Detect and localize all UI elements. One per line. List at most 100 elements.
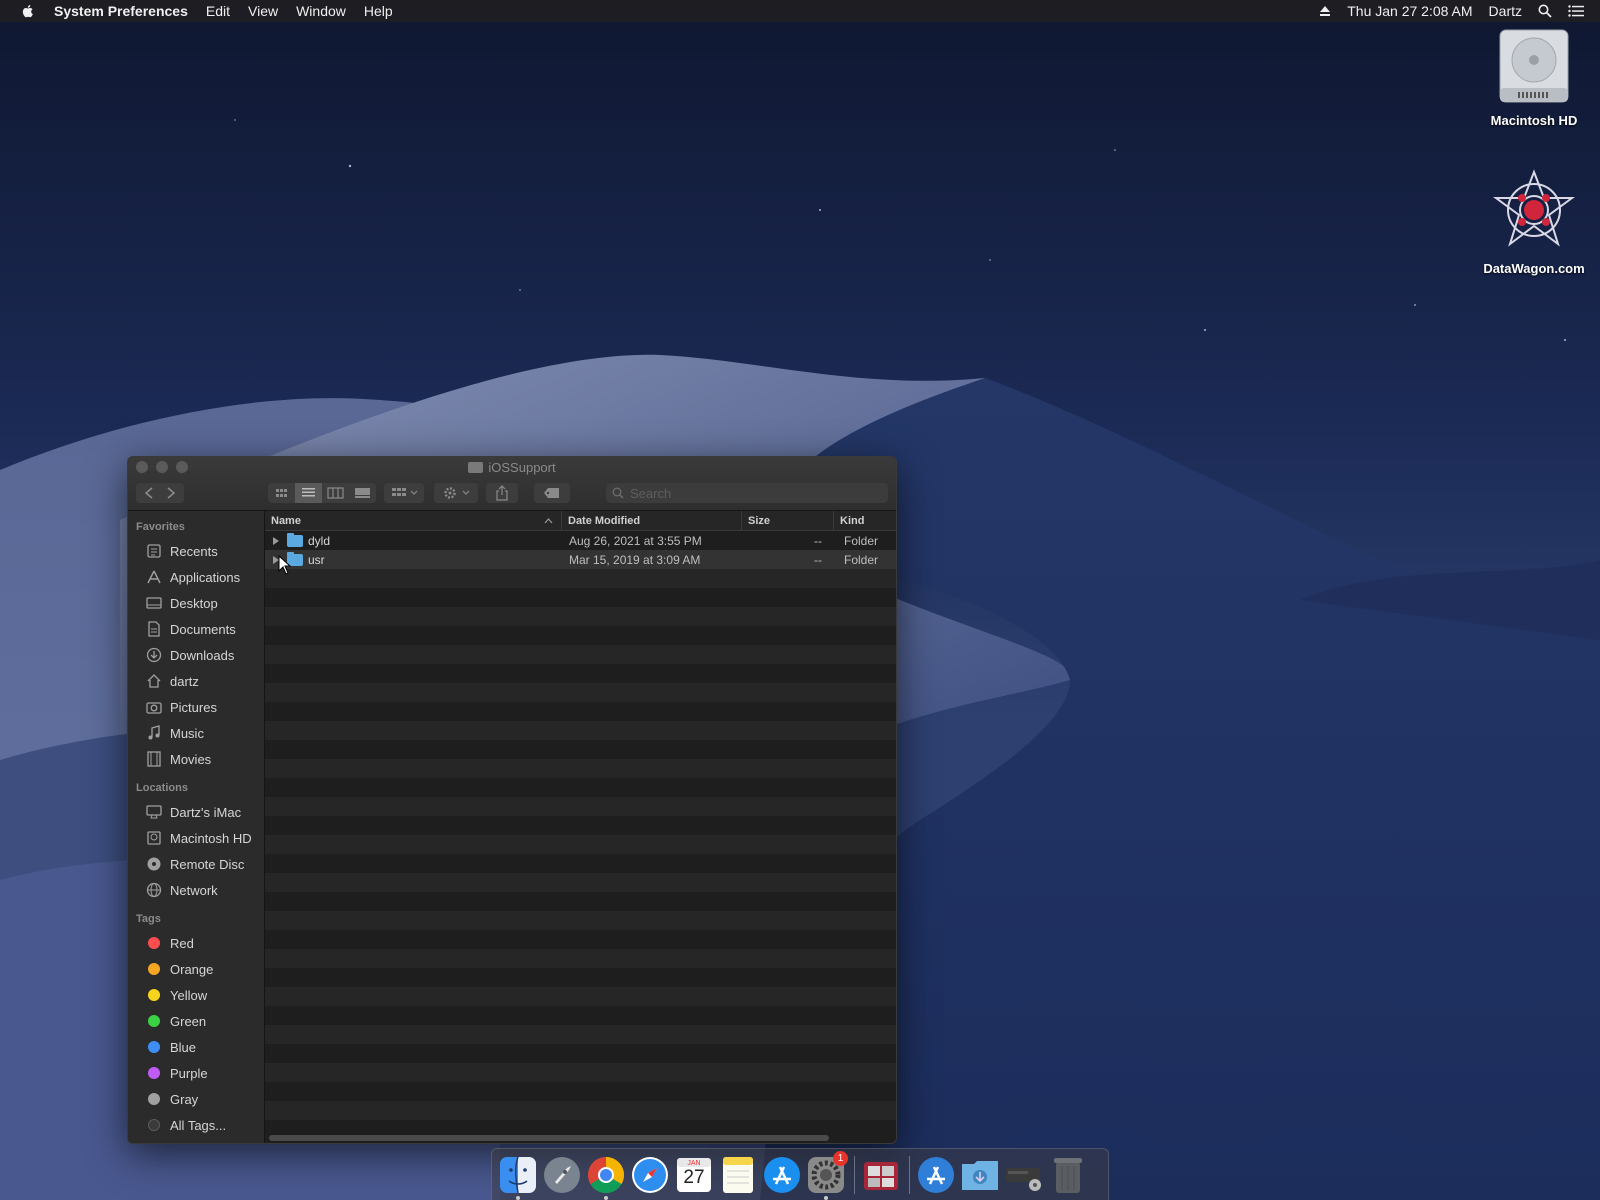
chrome-icon xyxy=(587,1156,625,1193)
sidebar-heading-favorites: Favorites xyxy=(136,521,185,533)
file-name: usr xyxy=(308,552,325,567)
empty-row xyxy=(265,778,896,797)
column-name[interactable]: Name xyxy=(265,511,562,530)
sidebar-item-pictures[interactable]: Pictures xyxy=(128,694,264,720)
group-by-button[interactable] xyxy=(384,483,424,503)
column-size[interactable]: Size xyxy=(742,511,834,530)
empty-row xyxy=(265,626,896,645)
empty-row xyxy=(265,1025,896,1044)
sidebar-tag-yellow[interactable]: Yellow xyxy=(128,982,264,1008)
sidebar-item-label: Remote Disc xyxy=(170,856,245,872)
menu-app-name[interactable]: System Preferences xyxy=(54,3,188,19)
table-row[interactable]: dyld Aug 26, 2021 at 3:55 PM -- Folder xyxy=(265,531,896,550)
view-mode-control xyxy=(268,483,376,503)
dock-disk-utility[interactable] xyxy=(1004,1155,1044,1195)
datawagon-logo-icon xyxy=(1492,169,1576,247)
sidebar-item-remote-disc[interactable]: Remote Disc xyxy=(128,851,264,877)
dock-downloads-folder[interactable] xyxy=(960,1155,1000,1195)
column-date-modified[interactable]: Date Modified xyxy=(562,511,742,530)
empty-row xyxy=(265,892,896,911)
dock: JAN 27 1 xyxy=(491,1148,1109,1200)
finder-sidebar: Favorites Recents Applications Desktop D… xyxy=(128,511,265,1143)
menu-help[interactable]: Help xyxy=(364,3,393,19)
sidebar-item-desktop[interactable]: Desktop xyxy=(128,590,264,616)
forward-chevron-icon[interactable] xyxy=(160,486,180,500)
sidebar-tag-orange[interactable]: Orange xyxy=(128,956,264,982)
edit-tags-button[interactable] xyxy=(534,483,570,503)
running-indicator xyxy=(824,1195,828,1200)
search-input[interactable] xyxy=(630,485,870,501)
yellow-tag-dot-icon xyxy=(148,989,160,1001)
spotlight-search-icon[interactable] xyxy=(1538,4,1552,18)
menu-edit[interactable]: Edit xyxy=(206,3,230,19)
sidebar-heading-tags: Tags xyxy=(136,913,161,925)
menu-window[interactable]: Window xyxy=(296,3,346,19)
gallery-view-icon[interactable] xyxy=(349,483,376,503)
empty-row xyxy=(265,968,896,987)
icon-view-icon[interactable] xyxy=(268,483,295,503)
app-store-icon xyxy=(764,1156,800,1193)
sidebar-item-network[interactable]: Network xyxy=(128,877,264,903)
horizontal-scrollbar[interactable] xyxy=(269,1135,829,1141)
green-tag-dot-icon xyxy=(148,1015,160,1027)
file-size: -- xyxy=(814,552,822,567)
sidebar-item-applications[interactable]: Applications xyxy=(128,564,264,590)
menu-user[interactable]: Dartz xyxy=(1489,3,1522,19)
share-button[interactable] xyxy=(486,483,518,503)
dock-app-store-installer[interactable] xyxy=(916,1155,956,1195)
dock-launchpad[interactable] xyxy=(542,1155,582,1195)
window-title: iOSSupport xyxy=(128,460,896,475)
sidebar-item-label: Red xyxy=(170,935,194,951)
column-view-icon[interactable] xyxy=(322,483,349,503)
dock-trash[interactable] xyxy=(1048,1155,1088,1195)
back-chevron-icon[interactable] xyxy=(140,486,160,500)
disclosure-triangle-icon[interactable] xyxy=(273,536,279,545)
sidebar-item-downloads[interactable]: Downloads xyxy=(128,642,264,668)
empty-row xyxy=(265,1082,896,1101)
eject-icon[interactable] xyxy=(1319,5,1331,17)
dock-separator xyxy=(909,1155,910,1194)
sidebar-tag-red[interactable]: Red xyxy=(128,930,264,956)
compass-icon xyxy=(632,1156,668,1193)
action-button[interactable] xyxy=(434,483,478,503)
dock-calendar[interactable]: JAN 27 xyxy=(674,1155,714,1195)
desktop-icon-macintosh-hd[interactable]: Macintosh HD xyxy=(1469,28,1599,128)
table-row[interactable]: usr Mar 15, 2019 at 3:09 AM -- Folder xyxy=(265,550,896,569)
file-kind: Folder xyxy=(844,533,879,548)
search-field[interactable] xyxy=(606,483,888,503)
sidebar-item-imac[interactable]: Dartz's iMac xyxy=(128,799,264,825)
sidebar-item-music[interactable]: Music xyxy=(128,720,264,746)
dock-app-store[interactable] xyxy=(762,1155,802,1195)
sidebar-item-label: Yellow xyxy=(170,987,208,1003)
menu-view[interactable]: View xyxy=(248,3,278,19)
sidebar-tag-gray[interactable]: Gray xyxy=(128,1086,264,1112)
sidebar-item-label: Movies xyxy=(170,751,212,767)
menu-clock[interactable]: Thu Jan 27 2:08 AM xyxy=(1347,3,1472,19)
dock-chrome[interactable] xyxy=(586,1155,626,1200)
trash-icon xyxy=(1054,1157,1082,1193)
desktop-icon-datawagon[interactable]: DataWagon.com xyxy=(1469,168,1599,276)
dock-notes[interactable] xyxy=(718,1155,758,1195)
notification-center-icon[interactable] xyxy=(1568,5,1584,17)
dock-system-preferences[interactable]: 1 xyxy=(806,1150,848,1200)
notification-badge: 1 xyxy=(833,1150,848,1166)
column-kind[interactable]: Kind xyxy=(834,511,896,530)
sidebar-tag-purple[interactable]: Purple xyxy=(128,1060,264,1086)
all-tags-icon xyxy=(148,1119,160,1131)
sidebar-item-recents[interactable]: Recents xyxy=(128,538,264,564)
dock-finder[interactable] xyxy=(498,1155,538,1200)
sidebar-item-macintosh-hd[interactable]: Macintosh HD xyxy=(128,825,264,851)
sidebar-heading-locations: Locations xyxy=(136,782,188,794)
list-view-icon[interactable] xyxy=(295,483,322,503)
sidebar-item-home[interactable]: dartz xyxy=(128,668,264,694)
apple-menu-icon[interactable] xyxy=(20,3,36,19)
sidebar-all-tags[interactable]: All Tags... xyxy=(128,1112,264,1138)
purple-tag-dot-icon xyxy=(148,1067,160,1079)
dock-safari[interactable] xyxy=(630,1155,670,1195)
sidebar-item-movies[interactable]: Movies xyxy=(128,746,264,772)
sidebar-tag-blue[interactable]: Blue xyxy=(128,1034,264,1060)
sidebar-tag-green[interactable]: Green xyxy=(128,1008,264,1034)
sidebar-item-documents[interactable]: Documents xyxy=(128,616,264,642)
empty-row xyxy=(265,1044,896,1063)
dock-photo-booth[interactable] xyxy=(861,1155,901,1195)
